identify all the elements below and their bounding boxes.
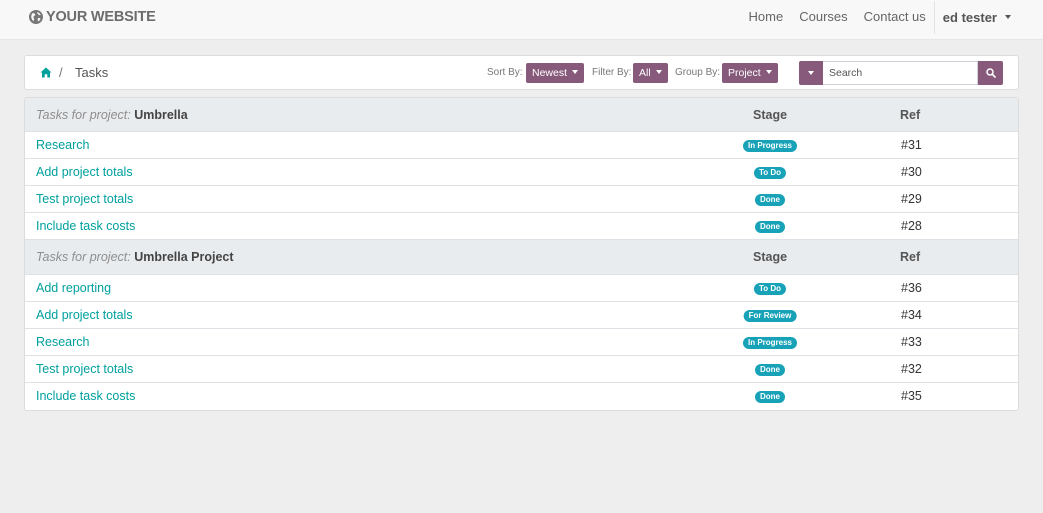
group-header-umbrella-project: Tasks for project: Umbrella Project Stag… xyxy=(25,240,1018,275)
task-ref: #35 xyxy=(901,389,922,403)
ref-column-header: Ref xyxy=(900,108,921,122)
chevron-down-icon xyxy=(1005,15,1011,20)
user-name: ed tester xyxy=(942,9,997,25)
group-title: Tasks for project: Umbrella Project xyxy=(36,250,234,264)
breadcrumb-bar: / Tasks Sort By: Newest Filter By: All G… xyxy=(24,55,1019,90)
task-ref: #31 xyxy=(901,138,922,152)
top-navbar: YOUR WEBSITE Home Courses Contact us ed … xyxy=(0,0,1043,40)
search-icon xyxy=(985,66,996,81)
stage-badge: To Do xyxy=(753,167,787,179)
stage-badge: For Review xyxy=(743,310,797,322)
task-link[interactable]: Research xyxy=(36,335,90,349)
table-row: Research In Progress #33 xyxy=(25,329,1018,356)
group-label: Group By: xyxy=(675,67,721,78)
task-ref: #34 xyxy=(901,308,922,322)
table-row: Add project totals To Do #30 xyxy=(25,159,1018,186)
stage-badge: In Progress xyxy=(742,140,798,152)
task-link[interactable]: Research xyxy=(36,138,90,152)
table-row: Add project totals For Review #34 xyxy=(25,302,1018,329)
nav-courses-link[interactable]: Courses xyxy=(791,0,855,34)
user-menu[interactable]: ed tester xyxy=(933,0,1043,34)
chevron-down-icon xyxy=(765,70,772,75)
task-ref: #32 xyxy=(901,362,922,376)
group-header-umbrella: Tasks for project: Umbrella Stage Ref xyxy=(25,98,1018,132)
stage-badge: Done xyxy=(755,221,785,233)
table-row: Research In Progress #31 xyxy=(25,132,1018,159)
task-link[interactable]: Add project totals xyxy=(36,165,133,179)
nav-home-link[interactable]: Home xyxy=(741,0,792,34)
group-prefix: Tasks for project: xyxy=(36,108,131,122)
ref-column-header: Ref xyxy=(900,250,921,264)
stage-badge: In Progress xyxy=(742,337,798,349)
table-row: Test project totals Done #29 xyxy=(25,186,1018,213)
table-row: Include task costs Done #35 xyxy=(25,383,1018,410)
chevron-down-icon xyxy=(808,71,814,75)
group-project-name: Umbrella Project xyxy=(134,250,234,264)
task-link[interactable]: Add project totals xyxy=(36,308,133,322)
task-link[interactable]: Test project totals xyxy=(36,362,133,376)
search-button[interactable] xyxy=(978,61,1003,85)
stage-badge: Done xyxy=(755,194,785,206)
chevron-down-icon xyxy=(655,70,662,75)
group-title: Tasks for project: Umbrella xyxy=(36,108,188,122)
sort-dropdown[interactable]: Newest xyxy=(526,63,585,83)
filter-dropdown[interactable]: All xyxy=(633,63,668,83)
brand-text: YOUR WEBSITE xyxy=(46,9,156,25)
stage-column-header: Stage xyxy=(753,108,788,122)
breadcrumb-current: Tasks xyxy=(75,65,109,80)
nav-links: Home Courses Contact us ed tester xyxy=(741,0,1043,34)
task-ref: #30 xyxy=(901,165,922,179)
sort-label: Sort By: xyxy=(487,67,523,78)
task-link[interactable]: Test project totals xyxy=(36,192,133,206)
filter-label: Filter By: xyxy=(592,67,632,78)
table-row: Test project totals Done #32 xyxy=(25,356,1018,383)
brand-logo[interactable]: YOUR WEBSITE xyxy=(28,8,156,26)
sort-value: Newest xyxy=(532,67,568,79)
group-prefix: Tasks for project: xyxy=(36,250,131,264)
group-project-name: Umbrella xyxy=(134,108,188,122)
globe-icon xyxy=(28,9,44,25)
group-dropdown[interactable]: Project xyxy=(722,63,778,83)
task-ref: #33 xyxy=(901,335,922,349)
stage-badge: Done xyxy=(755,364,785,376)
task-link[interactable]: Include task costs xyxy=(36,389,135,403)
stage-badge: Done xyxy=(755,391,785,403)
stage-column-header: Stage xyxy=(753,250,788,264)
search-input[interactable] xyxy=(823,61,978,85)
filter-value: All xyxy=(639,67,651,79)
task-ref: #29 xyxy=(901,192,922,206)
task-link[interactable]: Add reporting xyxy=(36,281,111,295)
task-link[interactable]: Include task costs xyxy=(36,219,135,233)
table-row: Add reporting To Do #36 xyxy=(25,275,1018,302)
home-icon[interactable] xyxy=(40,66,52,81)
nav-contact-link[interactable]: Contact us xyxy=(856,0,934,34)
search-options-button[interactable] xyxy=(799,61,823,85)
task-ref: #36 xyxy=(901,281,922,295)
breadcrumb-separator: / xyxy=(59,65,63,80)
task-ref: #28 xyxy=(901,219,922,233)
stage-badge: To Do xyxy=(753,283,787,295)
tasks-table: Tasks for project: Umbrella Stage Ref Re… xyxy=(24,97,1019,411)
chevron-down-icon xyxy=(572,70,579,75)
table-row: Include task costs Done #28 xyxy=(25,213,1018,240)
group-value: Project xyxy=(728,67,761,79)
